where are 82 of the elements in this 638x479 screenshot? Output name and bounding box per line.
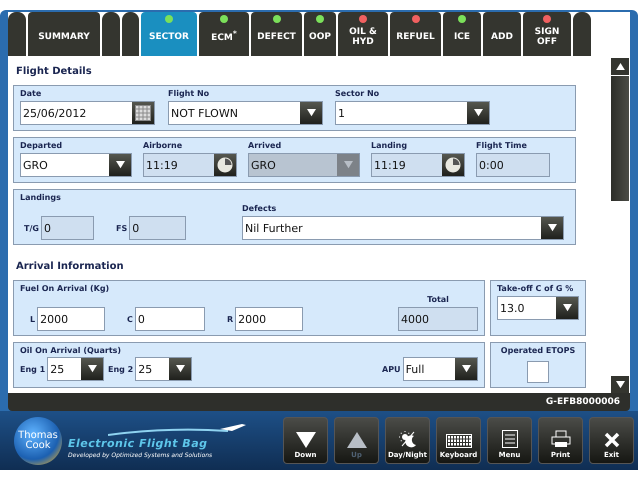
panel-title: Fuel On Arrival (Kg) [20, 284, 110, 293]
down-arrow-icon [462, 365, 470, 373]
calendar-icon [135, 105, 151, 121]
readonly-field: 0 [40, 216, 94, 240]
down-arrow-icon [616, 380, 624, 388]
field-label: Eng 1 [20, 364, 46, 374]
field-label: Flight Time [476, 141, 528, 150]
input-field[interactable]: 2000 [37, 307, 105, 331]
field-label: Landing [371, 141, 408, 150]
dropdown-field[interactable]: Full [402, 357, 478, 381]
tab[interactable]: SIGN OFF [523, 12, 571, 56]
panel-title: Landings [20, 193, 62, 202]
device-id: G-EFB8000006 [8, 393, 630, 411]
dropdown-field[interactable]: 13.0 [497, 296, 579, 320]
section-title: Arrival Information [15, 260, 125, 274]
field-label: Operated ETOPS [500, 346, 576, 355]
field-label: Flight No [168, 89, 210, 98]
dropdown-field[interactable]: Nil Further [242, 216, 564, 240]
readonly-field: 0 [129, 216, 186, 240]
field-label: C [127, 314, 133, 324]
dropdown-field[interactable]: 1 [335, 101, 490, 125]
time-field[interactable]: 11:19 [143, 153, 237, 177]
sun-moon-icon [398, 430, 418, 448]
field-label: L [30, 314, 36, 324]
field-label: Date [20, 89, 42, 98]
tab[interactable]: ADD [483, 12, 521, 56]
keyboard-icon [446, 434, 472, 448]
scroll-up-button[interactable] [611, 58, 629, 75]
down-arrow-icon [306, 109, 316, 117]
date-field[interactable]: 25/06/2012 [20, 101, 155, 125]
field-label: Eng 2 [108, 364, 134, 374]
scrollbar-thumb[interactable] [611, 76, 629, 201]
tab[interactable]: SUMMARY [28, 12, 100, 56]
down-arrow-icon [88, 365, 96, 373]
dropdown-field[interactable]: 25 [47, 357, 104, 381]
field-label: Departed [20, 141, 64, 150]
down-arrow-icon [474, 109, 482, 117]
input-field[interactable]: 0 [134, 307, 205, 331]
down-arrow-icon [176, 365, 184, 373]
field-label: T/G [24, 224, 39, 232]
dropdown-field[interactable]: GRO [20, 153, 132, 177]
field-label: Airborne [143, 141, 184, 150]
up-arrow-icon [346, 432, 366, 448]
field-label: Sector No [335, 89, 380, 98]
down-arrow-icon [296, 432, 316, 448]
scroll-down-button[interactable] [611, 376, 629, 393]
input-field[interactable]: 2000 [235, 307, 303, 331]
down-arrow-icon [344, 161, 352, 169]
checkbox[interactable] [527, 361, 549, 383]
field-label: FS [116, 224, 128, 232]
logo: Thomas Cook [14, 416, 62, 464]
tab[interactable]: DEFECT [251, 12, 302, 56]
section-title: Flight Details [15, 65, 93, 79]
readonly-field: 0:00 [476, 153, 550, 177]
airplane-swoosh-icon [108, 422, 248, 436]
down-arrow-icon [116, 161, 124, 169]
tab[interactable]: OIL & HYD [338, 12, 388, 56]
tab[interactable]: OOP [304, 12, 336, 56]
field-label: Defects [242, 204, 278, 213]
tab[interactable]: ICE [443, 12, 481, 56]
menu-icon [502, 430, 518, 448]
readonly-field: 4000 [398, 307, 478, 331]
panel-title: Oil On Arrival (Quarts) [20, 346, 122, 355]
clock-icon [217, 157, 233, 173]
field-label: Arrived [248, 141, 282, 150]
down-arrow-icon [548, 224, 556, 232]
tab[interactable]: ECM$^{*}$ [199, 12, 249, 56]
printer-icon [550, 430, 570, 448]
up-arrow-icon [616, 62, 624, 70]
dropdown-field[interactable]: 25 [135, 357, 192, 381]
dropdown-field[interactable]: NOT FLOWN [168, 101, 323, 125]
tab[interactable]: SECTOR [141, 12, 197, 56]
down-arrow-icon [562, 304, 572, 312]
field-label: Take-off C of G % [497, 284, 574, 293]
field-label: APU [382, 364, 401, 374]
product-name: Electronic Flight Bag [68, 436, 208, 450]
tab[interactable]: REFUEL [390, 12, 441, 56]
field-label: R [227, 314, 234, 324]
time-field[interactable]: 11:19 [371, 153, 465, 177]
field-label: Total [426, 295, 450, 304]
close-icon [604, 432, 620, 448]
clock-icon [445, 157, 461, 173]
